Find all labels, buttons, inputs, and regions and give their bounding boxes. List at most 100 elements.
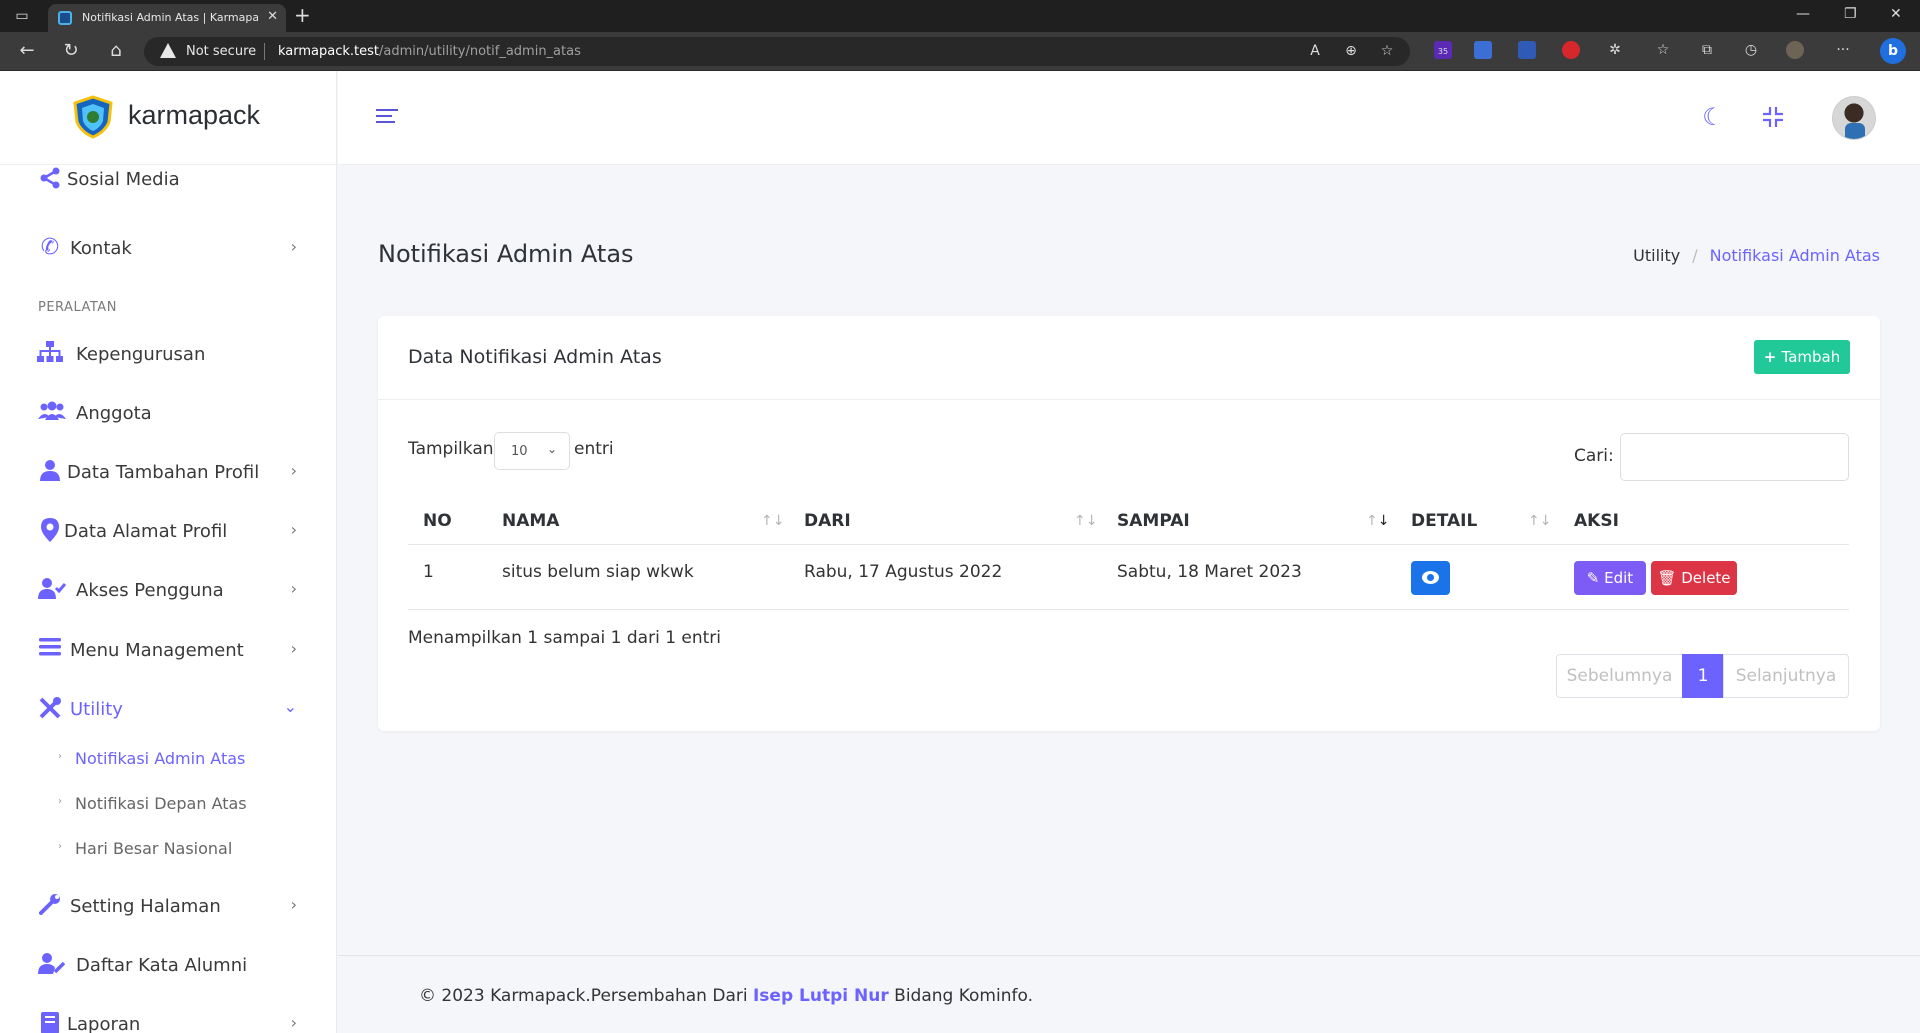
chevron-right-icon: ›	[290, 237, 297, 256]
pagination-page[interactable]: 1	[1682, 654, 1724, 698]
profile-avatar-icon[interactable]	[1786, 41, 1804, 59]
sidebar-item-kontak[interactable]: ✆ Kontak ›	[0, 226, 336, 270]
sidebar-item-data-alamat-profil[interactable]: Data Alamat Profil ›	[0, 509, 336, 553]
karmapack-logo-icon	[73, 95, 113, 139]
add-button-label: Tambah	[1781, 348, 1841, 366]
column-header[interactable]: DETAIL	[1411, 511, 1477, 531]
extension-badge: 35	[1437, 47, 1449, 56]
close-tab-icon[interactable]: ✕	[267, 9, 278, 24]
footer-prefix: © 2023 Karmapack.Persembahan Dari	[419, 986, 748, 1006]
translate-extension-icon[interactable]	[1474, 41, 1492, 59]
brand[interactable]: karmapack	[0, 71, 336, 165]
top-navbar: ☾	[338, 71, 1920, 165]
table-divider	[408, 544, 1849, 545]
bullet-icon: ›	[58, 796, 62, 807]
extension-icon[interactable]	[1518, 41, 1536, 59]
history-icon[interactable]: ◷	[1742, 41, 1760, 59]
page-title: Notifikasi Admin Atas	[378, 240, 634, 268]
sidebar-item-utility[interactable]: Utility ⌄	[0, 687, 336, 731]
extensions-puzzle-icon[interactable]: ✲	[1606, 41, 1624, 59]
minimize-icon[interactable]: —	[1796, 6, 1810, 22]
extension-icon[interactable]: 35	[1434, 41, 1452, 59]
reload-icon[interactable]: ↻	[60, 41, 82, 61]
back-icon[interactable]: ←	[16, 41, 38, 61]
bing-chat-icon[interactable]: b	[1880, 38, 1906, 64]
dark-mode-moon-icon[interactable]: ☾	[1698, 102, 1728, 132]
collections-icon[interactable]: ⧉	[1698, 41, 1716, 59]
data-card: Data Notifikasi Admin Atas + Tambah Tamp…	[378, 316, 1880, 731]
card-title: Data Notifikasi Admin Atas	[408, 346, 662, 368]
sidebar-item-menu-management[interactable]: Menu Management ›	[0, 628, 336, 672]
restore-icon[interactable]: ❐	[1844, 6, 1857, 22]
plus-icon: +	[1763, 348, 1782, 366]
url-field[interactable]: Not secure karmapack.test/admin/utility/…	[144, 37, 1410, 66]
sidebar-item-laporan[interactable]: Laporan ›	[0, 1002, 336, 1033]
close-window-icon[interactable]: ✕	[1890, 6, 1902, 22]
chevron-right-icon: ›	[290, 520, 297, 539]
sidebar-item-data-tambahan-profil[interactable]: Data Tambahan Profil ›	[0, 450, 336, 494]
edit-button[interactable]: ✎ Edit	[1574, 561, 1646, 595]
search-label: Cari:	[1574, 446, 1614, 466]
extension-icon[interactable]	[1562, 41, 1580, 59]
detail-button[interactable]	[1411, 561, 1450, 595]
sidebar-item-kepengurusan[interactable]: Kepengurusan	[0, 332, 336, 376]
menu-toggle-icon[interactable]	[376, 109, 398, 127]
exit-fullscreen-icon[interactable]	[1758, 102, 1788, 132]
sidebar-item-setting-halaman[interactable]: Setting Halaman ›	[0, 884, 336, 928]
sort-icon[interactable]: ↑↓	[761, 513, 784, 529]
search-input[interactable]	[1620, 433, 1849, 481]
entries-length-select[interactable]: 10 ⌄	[494, 432, 570, 470]
wrench-icon	[37, 893, 63, 919]
entries-length-value: 10	[511, 444, 528, 459]
cell-no: 1	[423, 562, 434, 582]
sidebar-item-daftar-kata-alumni[interactable]: Daftar Kata Alumni	[0, 943, 336, 987]
sidebar: karmapack Sosial Media ✆ Kontak › PERALA…	[0, 71, 337, 1033]
security-label[interactable]: Not secure	[186, 44, 256, 59]
sidebar-item-sosial-media[interactable]: Sosial Media	[0, 165, 336, 209]
delete-button[interactable]: 🗑 Delete	[1651, 561, 1737, 595]
browser-tab[interactable]: Notifikasi Admin Atas | Karmapack ✕	[48, 4, 286, 32]
sort-icon[interactable]: ↑↓	[1528, 513, 1551, 529]
cell-dari: Rabu, 17 Agustus 2022	[804, 562, 1003, 582]
new-tab-icon[interactable]: +	[294, 3, 311, 27]
column-header[interactable]: SAMPAI	[1117, 511, 1190, 531]
add-button[interactable]: + Tambah	[1754, 340, 1850, 374]
tab-actions-icon[interactable]: ▭	[12, 6, 32, 26]
phone-icon: ✆	[40, 235, 60, 260]
column-header[interactable]: NO	[423, 511, 452, 531]
read-aloud-icon[interactable]: A	[1306, 42, 1324, 60]
map-pin-icon	[37, 518, 63, 544]
column-header[interactable]: DARI	[804, 511, 851, 531]
address-bar-row: ← ↻ ⌂ Not secure karmapack.test/admin/ut…	[0, 32, 1920, 71]
url-text[interactable]: karmapack.test/admin/utility/notif_admin…	[278, 44, 581, 59]
breadcrumb: Utility / Notifikasi Admin Atas	[1633, 246, 1880, 265]
home-icon[interactable]: ⌂	[105, 41, 127, 61]
favorites-icon[interactable]: ☆	[1654, 41, 1672, 59]
user-avatar[interactable]	[1832, 96, 1876, 140]
sidebar-item-label: Daftar Kata Alumni	[76, 955, 248, 976]
edit-button-label: Edit	[1604, 569, 1634, 587]
pagination-prev[interactable]: Sebelumnya	[1556, 654, 1683, 698]
chevron-right-icon: ›	[290, 579, 297, 598]
sidebar-item-label: Akses Pengguna	[76, 580, 224, 601]
add-favorite-icon[interactable]: ☆	[1378, 42, 1396, 60]
breadcrumb-current: Notifikasi Admin Atas	[1709, 246, 1880, 265]
sidebar-item-akses-pengguna[interactable]: Akses Pengguna ›	[0, 568, 336, 612]
more-options-icon[interactable]: ···	[1834, 41, 1852, 59]
breadcrumb-item[interactable]: Utility	[1633, 246, 1680, 265]
footer-text: © 2023 Karmapack.Persembahan Dari Isep L…	[419, 986, 1033, 1006]
share-icon	[37, 167, 63, 193]
sidebar-item-label: Kontak	[70, 238, 132, 259]
pagination-next[interactable]: Selanjutnya	[1723, 654, 1849, 698]
sort-desc-icon[interactable]: ↑↓	[1366, 513, 1389, 529]
url-domain: karmapack.test	[278, 44, 380, 59]
sort-icon[interactable]: ↑↓	[1074, 513, 1097, 529]
zoom-icon[interactable]: ⊕	[1342, 42, 1360, 60]
sidebar-item-label: Sosial Media	[67, 169, 180, 190]
footer-author-link[interactable]: Isep Lutpi Nur	[753, 986, 889, 1006]
column-header[interactable]: NAMA	[502, 511, 559, 531]
sub-item-label: Hari Besar Nasional	[75, 839, 233, 858]
warning-icon	[160, 43, 176, 58]
bullet-icon: ›	[58, 841, 62, 852]
sidebar-item-anggota[interactable]: Anggota	[0, 391, 336, 435]
